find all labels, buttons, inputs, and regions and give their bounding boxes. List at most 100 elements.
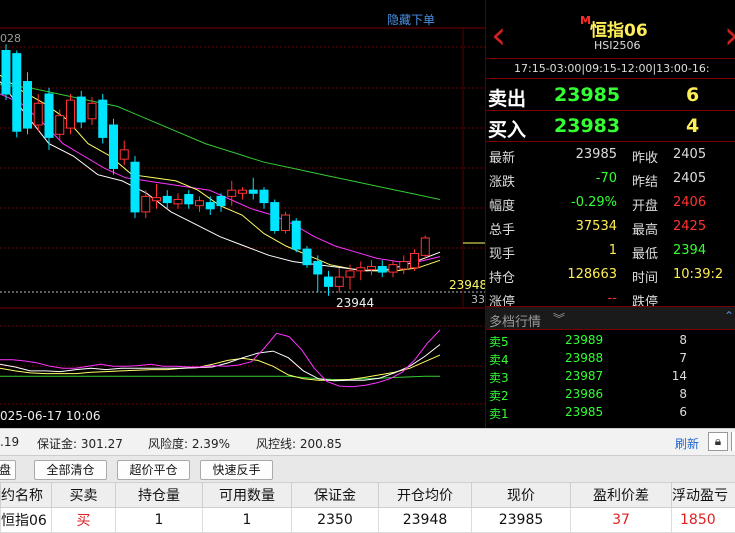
column-header[interactable]: 买卖: [52, 483, 116, 508]
candle-down: [260, 190, 268, 202]
depth-title[interactable]: 多档行情: [489, 311, 541, 330]
candle-down: [206, 203, 214, 209]
candle-up: [421, 238, 429, 255]
quote-stat-label: 时间: [632, 267, 658, 286]
candle-up: [34, 103, 42, 125]
quote-panel: ‹ M 恒指06 HSI2506 › 17:15-03:00|09:15-12:…: [485, 0, 735, 428]
candle-down: [325, 277, 333, 286]
ask-price[interactable]: 23985: [554, 84, 620, 106]
quote-stat-value: --: [608, 291, 617, 306]
kline-chart-panel[interactable]: 隐藏下单 028 23948 33 23944 025-06-17 10:06: [0, 0, 485, 428]
depth-qty[interactable]: 14: [672, 369, 687, 383]
candle-down: [271, 203, 279, 231]
candle-up: [228, 190, 236, 196]
depth-price[interactable]: 23989: [565, 333, 603, 347]
column-header[interactable]: 持仓量: [116, 483, 203, 508]
column-header[interactable]: 可用数量: [203, 483, 292, 508]
risk-control-line: 风控线: 200.85: [256, 435, 342, 452]
prev-contract-arrow[interactable]: ‹: [491, 15, 506, 55]
candle-down: [13, 54, 21, 132]
close-all-button[interactable]: 全部清仓: [34, 460, 107, 480]
depth-qty[interactable]: 6: [679, 405, 687, 419]
depth-collapse-icon[interactable]: ⌃: [724, 309, 734, 323]
candle-up: [400, 262, 408, 269]
depth-price[interactable]: 23985: [565, 405, 603, 419]
kline-chart[interactable]: [0, 0, 485, 428]
quote-stat-value: 2406: [673, 195, 706, 210]
column-header[interactable]: 约名称: [1, 483, 52, 508]
candle-down: [99, 100, 107, 137]
quote-stat-value: 2405: [673, 171, 706, 186]
depth-level-label[interactable]: 卖3: [489, 369, 509, 386]
candle-up: [174, 199, 182, 203]
depth-price[interactable]: 23987: [565, 369, 603, 383]
position-tab-button[interactable]: 盘: [0, 460, 16, 480]
candle-down: [2, 51, 10, 94]
candle-down: [185, 195, 193, 204]
quote-stat-label: 开盘: [632, 195, 658, 214]
quote-stat-value: 2425: [673, 219, 706, 234]
candle-down: [45, 94, 53, 137]
divider: [486, 58, 735, 59]
contract-title: 恒指06: [590, 16, 648, 41]
candle-down: [249, 190, 257, 193]
quote-stat-value: 10:39:2: [673, 267, 723, 282]
risk-degree: 风险度: 2.39%: [148, 435, 230, 452]
candle-up: [56, 116, 64, 135]
quote-stat-label: 昨结: [632, 171, 658, 190]
quote-stat-value: 37534: [576, 219, 617, 234]
floating-pnl-cell: 1850: [672, 508, 735, 533]
positions-table: 约名称 买卖 持仓量 可用数量 保证金 开仓均价 现价 盈利价差 浮动盈亏 恒指…: [0, 482, 735, 533]
bid-price[interactable]: 23983: [554, 115, 620, 137]
lock-icon[interactable]: 🔒︎: [708, 432, 728, 451]
ask-qty: 6: [686, 84, 699, 106]
candle-down: [292, 221, 300, 249]
depth-expand-icon[interactable]: ︾: [553, 310, 565, 327]
depth-qty[interactable]: 8: [679, 387, 687, 401]
candle-down: [24, 82, 32, 129]
depth-price[interactable]: 23988: [565, 351, 603, 365]
contract-code: HSI2506: [594, 39, 641, 52]
column-header[interactable]: 现价: [472, 483, 571, 508]
depth-qty[interactable]: 7: [679, 351, 687, 365]
depth-level-label[interactable]: 卖4: [489, 351, 509, 368]
last-price-tag: 23948: [449, 278, 485, 292]
quote-stat-label: 最新: [489, 147, 515, 166]
depth-level-label[interactable]: 卖2: [489, 387, 509, 404]
depth-level-label[interactable]: 卖1: [489, 405, 509, 422]
quote-stat-label: 最低: [632, 243, 658, 262]
column-header[interactable]: 盈利价差: [571, 483, 672, 508]
open-avg-cell: 23948: [379, 508, 472, 533]
divider: [486, 110, 735, 111]
direction-cell: 买: [52, 508, 116, 533]
candle-down: [303, 249, 311, 265]
refresh-link[interactable]: 刷新: [675, 435, 699, 452]
column-header[interactable]: 保证金: [292, 483, 379, 508]
candle-down: [378, 267, 386, 273]
column-header[interactable]: 浮动盈亏: [672, 483, 735, 508]
ask-label: 卖出: [488, 84, 526, 111]
depth-level-label[interactable]: 卖5: [489, 333, 509, 350]
candle-up: [88, 103, 96, 119]
available-funds: .19: [0, 435, 19, 449]
contract-name-cell: 恒指06: [1, 508, 52, 533]
candles: [2, 44, 429, 295]
hide-orders-link[interactable]: 隐藏下单: [387, 11, 435, 28]
table-row[interactable]: 恒指06 买 1 1 2350 23948 23985 37 1850: [1, 508, 735, 533]
next-contract-arrow[interactable]: ›: [724, 15, 735, 55]
quote-stat-label: 持仓: [489, 267, 515, 286]
depth-price[interactable]: 23986: [565, 387, 603, 401]
trading-hours: 17:15-03:00|09:15-12:00|13:00-16:: [514, 62, 710, 75]
quote-stat-label: 昨收: [632, 147, 658, 166]
quote-stat-label: 最高: [632, 219, 658, 238]
column-header[interactable]: 开仓均价: [379, 483, 472, 508]
over-price-close-button[interactable]: 超价平仓: [117, 460, 190, 480]
current-price-cell: 23985: [472, 508, 571, 533]
scale-tag: 33: [471, 293, 485, 306]
candle-up: [67, 100, 75, 128]
depth-qty[interactable]: 8: [679, 333, 687, 347]
bid-qty: 4: [686, 115, 699, 137]
candle-up: [357, 268, 365, 271]
quote-stat-value: 2405: [673, 147, 706, 162]
quick-reverse-button[interactable]: 快速反手: [200, 460, 273, 480]
